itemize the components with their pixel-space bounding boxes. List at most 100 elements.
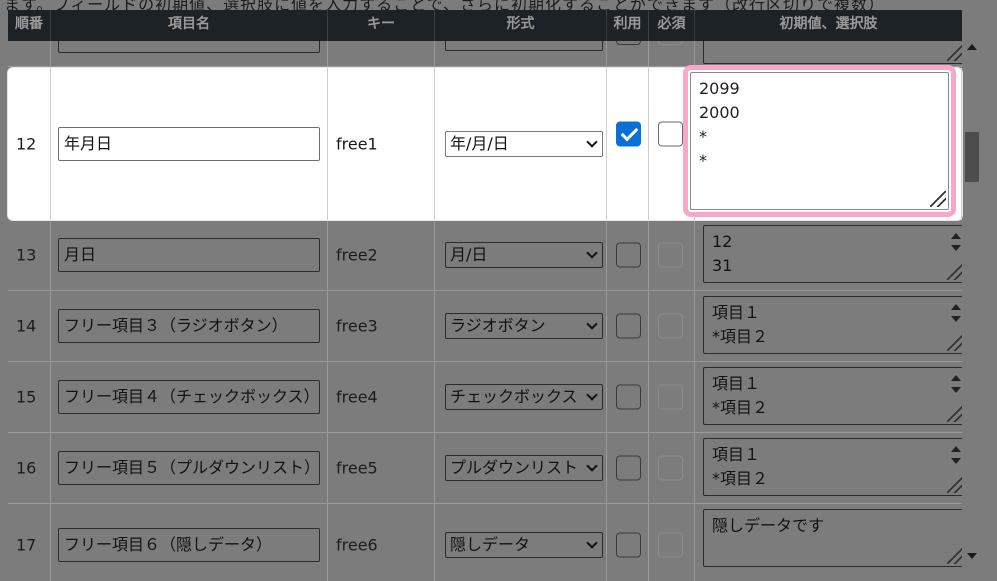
key-cell: free3 <box>328 291 435 361</box>
scroll-up-icon[interactable] <box>951 446 961 452</box>
format-select[interactable]: 隠しデータ <box>445 532 603 558</box>
required-checkbox[interactable] <box>658 313 683 339</box>
header-item-name: 項目名 <box>51 10 328 41</box>
use-checkbox[interactable] <box>616 41 641 45</box>
textarea-scrollbar[interactable] <box>950 230 962 257</box>
initial-textarea[interactable]: 2099 2000 * * <box>690 72 949 210</box>
scroll-up-icon[interactable] <box>967 44 977 50</box>
table-row: 15 フリー項目４（チェックボックス） free4 チェックボックス 項目１ *… <box>8 362 966 433</box>
format-cell <box>435 41 607 66</box>
item-name-input[interactable]: 年月日 <box>58 127 320 161</box>
scroll-down-icon[interactable] <box>951 316 961 322</box>
item-name-input[interactable]: フリー項目４（チェックボックス） <box>58 380 320 414</box>
item-name-input[interactable]: フリー項目３（ラジオボタン） <box>58 309 320 343</box>
format-select[interactable] <box>445 41 603 51</box>
format-selected-value: 月/日 <box>450 245 488 264</box>
format-select[interactable]: 年/月/日 <box>445 131 603 157</box>
key-text: free3 <box>336 316 378 336</box>
scroll-up-icon[interactable] <box>951 375 961 381</box>
initial-line: *項目２ <box>712 327 769 346</box>
resize-grip-icon[interactable] <box>947 45 962 61</box>
use-cell <box>607 433 649 503</box>
format-cell: プルダウンリスト <box>435 433 607 503</box>
use-checkbox[interactable] <box>616 455 641 481</box>
required-cell <box>649 291 695 361</box>
resize-grip-icon[interactable] <box>947 335 963 351</box>
initial-textarea[interactable]: 項目１ *項目２ <box>703 367 966 425</box>
format-cell: 年/月/日 <box>435 68 607 220</box>
key-cell <box>328 41 435 66</box>
item-name-cell: フリー項目６（隠しデータ） <box>51 504 328 581</box>
format-cell: チェックボックス <box>435 362 607 432</box>
item-name-input[interactable]: フリー項目５（プルダウンリスト） <box>58 451 320 485</box>
format-select[interactable]: プルダウンリスト <box>445 455 603 481</box>
initial-line: 2000 <box>699 103 740 122</box>
required-checkbox[interactable] <box>658 384 683 410</box>
required-checkbox[interactable] <box>658 242 683 268</box>
key-text: free2 <box>336 245 378 265</box>
key-cell: free2 <box>328 220 435 290</box>
textarea-scrollbar[interactable] <box>950 443 962 470</box>
textarea-scrollbar[interactable] <box>950 301 962 328</box>
scroll-down-icon[interactable] <box>967 553 977 559</box>
use-checkbox[interactable] <box>616 532 641 558</box>
initial-cell <box>695 41 962 66</box>
order-number: 17 <box>16 535 37 555</box>
initial-textarea[interactable] <box>703 41 962 64</box>
scroll-down-icon[interactable] <box>951 387 961 393</box>
page-scrollbar[interactable] <box>962 40 983 573</box>
format-selected-value: 年/月/日 <box>450 134 509 153</box>
item-name-input[interactable]: フリー項目６（隠しデータ） <box>58 528 320 562</box>
use-cell <box>607 220 649 290</box>
order-cell: 13 <box>8 220 51 290</box>
table-row: 16 フリー項目５（プルダウンリスト） free5 プルダウンリスト 項目１ *… <box>8 433 966 504</box>
initial-textarea[interactable]: 項目１ *項目２ <box>703 296 966 354</box>
required-cell <box>649 41 695 66</box>
scroll-down-icon[interactable] <box>951 245 961 251</box>
format-select[interactable]: 月/日 <box>445 242 603 268</box>
resize-grip-icon[interactable] <box>947 264 963 280</box>
scroll-up-icon[interactable] <box>951 233 961 239</box>
key-cell: free5 <box>328 433 435 503</box>
key-text: free1 <box>336 134 378 154</box>
item-name-input[interactable] <box>58 41 320 53</box>
initial-line: 2099 <box>699 79 740 98</box>
initial-cell: 12 31 <box>695 220 966 290</box>
scroll-up-icon[interactable] <box>951 304 961 310</box>
use-cell <box>607 41 649 66</box>
header-key: キー <box>328 10 435 41</box>
format-cell: ラジオボタン <box>435 291 607 361</box>
use-checkbox[interactable] <box>616 121 641 147</box>
initial-textarea[interactable]: 隠しデータです <box>703 509 966 567</box>
initial-line: * <box>699 151 707 170</box>
resize-grip-icon[interactable] <box>930 191 946 207</box>
use-cell <box>607 68 649 220</box>
required-checkbox[interactable] <box>658 121 683 147</box>
format-select[interactable]: ラジオボタン <box>445 313 603 339</box>
initial-cell: 隠しデータです <box>695 504 966 581</box>
table-row: 17 フリー項目６（隠しデータ） free6 隠しデータ 隠しデータです <box>8 504 966 581</box>
use-checkbox[interactable] <box>616 242 641 268</box>
scroll-down-icon[interactable] <box>951 458 961 464</box>
textarea-scrollbar[interactable] <box>950 372 962 399</box>
initial-textarea[interactable]: 項目１ *項目２ <box>703 438 966 496</box>
chevron-down-icon <box>586 533 598 557</box>
resize-grip-icon[interactable] <box>947 548 963 564</box>
use-checkbox[interactable] <box>616 313 641 339</box>
scrollbar-thumb[interactable] <box>965 132 979 182</box>
resize-grip-icon[interactable] <box>947 477 963 493</box>
use-checkbox[interactable] <box>616 384 641 410</box>
format-select[interactable]: チェックボックス <box>445 384 603 410</box>
key-text: free6 <box>336 535 378 555</box>
chevron-down-icon <box>586 132 598 156</box>
required-checkbox[interactable] <box>658 455 683 481</box>
initial-textarea[interactable]: 12 31 <box>703 225 966 283</box>
order-number: 16 <box>16 458 37 478</box>
item-name-input[interactable]: 月日 <box>58 238 320 272</box>
use-cell <box>607 504 649 581</box>
resize-grip-icon[interactable] <box>947 406 963 422</box>
required-checkbox[interactable] <box>658 41 683 45</box>
initial-line: 隠しデータです <box>712 516 825 535</box>
item-name-cell: フリー項目５（プルダウンリスト） <box>51 433 328 503</box>
required-checkbox[interactable] <box>658 532 683 558</box>
